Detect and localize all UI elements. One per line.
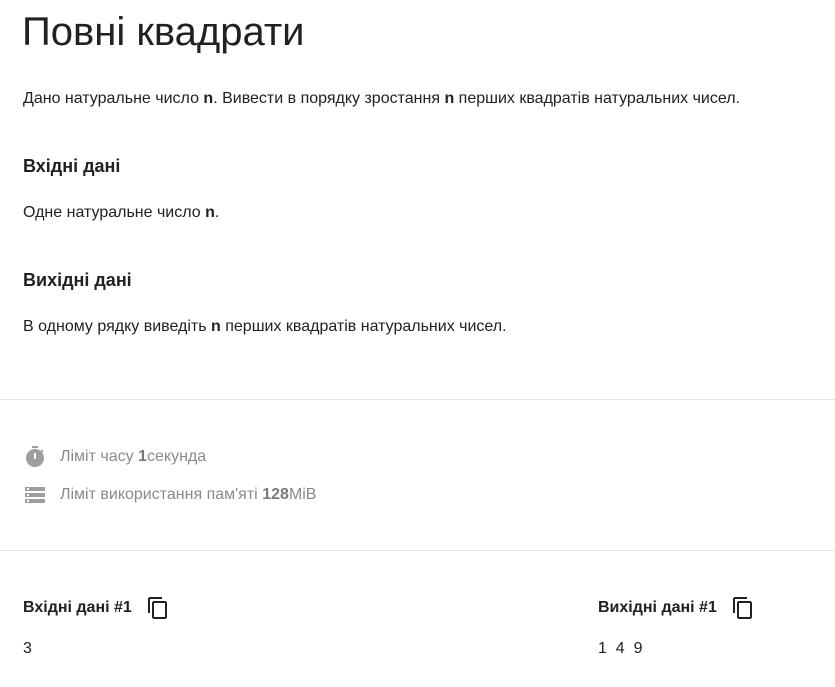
- memory-limit-unit: MiB: [288, 486, 317, 503]
- sample-input-header: Вхідні дані #1: [23, 594, 170, 622]
- problem-statement: Дано натуральне число n. Вивести в поряд…: [23, 88, 740, 110]
- input-section-heading: Вхідні дані: [23, 156, 121, 176]
- output-section-text: В одному рядку виведіть n перших квадрат…: [23, 316, 507, 338]
- sample-input-label: Вхідні дані #1: [23, 599, 132, 616]
- time-limit-unit: секунда: [146, 448, 207, 465]
- page-title: Повні квадрати: [22, 10, 305, 54]
- input-var-n: n: [205, 204, 215, 221]
- output-text-pre: В одному рядку виведіть: [23, 318, 212, 335]
- sample-output-header: Вихідні дані #1: [598, 594, 755, 622]
- memory-limit-value: 128: [262, 486, 289, 503]
- divider-bottom: [0, 550, 835, 551]
- sample-output-label: Вихідні дані #1: [598, 599, 717, 616]
- statement-var-n-second: n: [444, 90, 455, 107]
- time-limit-value: 1: [138, 448, 147, 465]
- output-text-post: перших квадратів натуральних чисел.: [220, 318, 507, 335]
- statement-text-pre: Дано натуральне число: [23, 90, 204, 107]
- memory-limit: Ліміт використання пам'яті 128 MiB: [23, 482, 316, 508]
- divider-top: [0, 399, 835, 400]
- input-text-pre: Одне натуральне число: [23, 204, 206, 221]
- sample-output-value: 1 4 9: [598, 640, 643, 657]
- input-section-text: Одне натуральне число n.: [23, 202, 219, 224]
- output-var-n: n: [211, 318, 221, 335]
- time-limit-label: Ліміт часу: [60, 448, 134, 465]
- memory-icon: [23, 483, 47, 507]
- input-text-post: .: [214, 204, 220, 221]
- copy-icon[interactable]: [146, 596, 170, 620]
- statement-text-post: перших квадратів натуральних чисел.: [454, 90, 740, 107]
- time-limit: Ліміт часу 1 секунда: [23, 444, 206, 470]
- statement-var-n: n: [203, 90, 214, 107]
- output-section-heading: Вихідні дані: [23, 270, 132, 290]
- sample-input-value: 3: [23, 640, 32, 657]
- memory-limit-label: Ліміт використання пам'яті: [60, 486, 258, 503]
- statement-text-mid: . Вивести в порядку зростання: [213, 90, 445, 107]
- copy-icon[interactable]: [731, 596, 755, 620]
- stopwatch-icon: [23, 445, 47, 469]
